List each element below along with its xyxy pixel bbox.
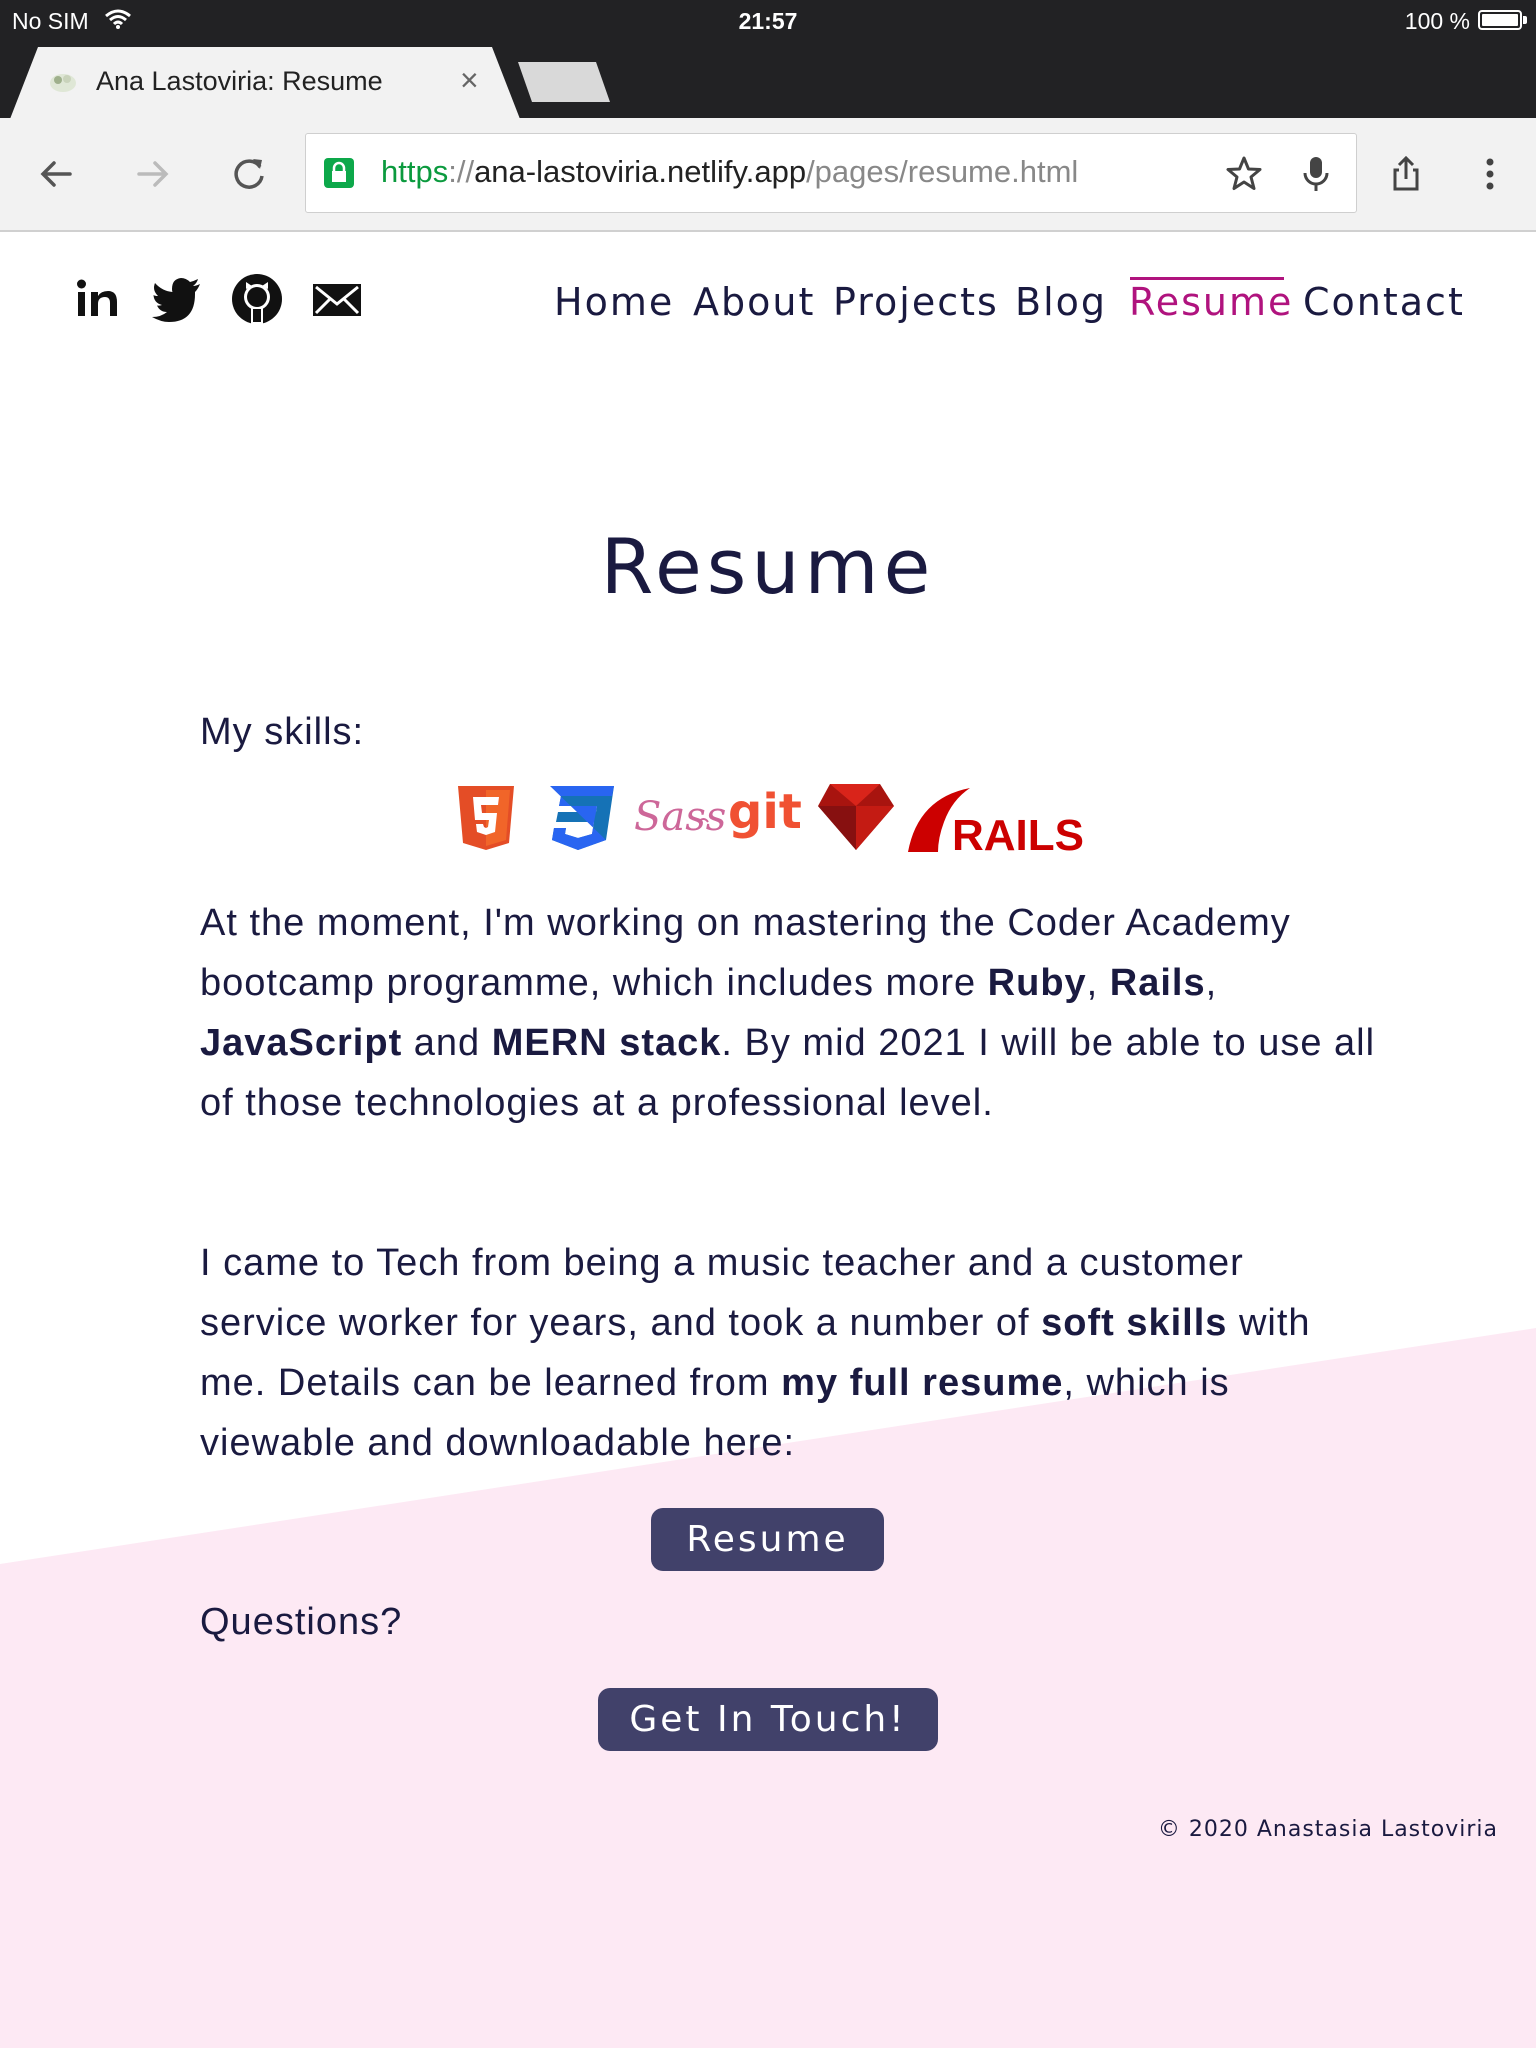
linkedin-icon[interactable]: [72, 272, 126, 326]
nav-about[interactable]: About: [693, 280, 815, 324]
battery-percent: 100 %: [1404, 8, 1470, 34]
mail-icon[interactable]: [310, 272, 364, 326]
microphone-icon[interactable]: [1296, 154, 1336, 194]
skills-label: My skills:: [200, 711, 365, 753]
footer-copyright: © 2020 Anastasia Lastoviria: [1157, 1817, 1498, 1842]
rails-icon: RAILS: [908, 788, 1084, 854]
soft-skills: soft skills: [1041, 1302, 1228, 1344]
git-icon: git: [728, 784, 802, 840]
lock-icon: [324, 158, 354, 188]
questions-label: Questions?: [200, 1601, 403, 1643]
intro-paragraph: At the moment, I'm working on mastering …: [200, 893, 1380, 1133]
page-title: Resume: [600, 522, 936, 611]
sass-icon: Sass: [634, 794, 726, 840]
url-separator: ://: [448, 154, 475, 189]
para1-comma-2: ,: [1205, 962, 1218, 1004]
browser-toolbar: https://ana-lastoviria.netlify.app/pages…: [0, 118, 1536, 232]
nav-contact[interactable]: Contact: [1303, 280, 1465, 324]
html5-icon: [458, 786, 514, 850]
web-page: Home About Projects Blog Resume Contact …: [0, 232, 1536, 2048]
nav-blog[interactable]: Blog: [1015, 280, 1107, 324]
svg-text:Sass: Sass: [634, 794, 726, 840]
more-menu-icon[interactable]: [1470, 154, 1510, 194]
battery-tip: [1523, 16, 1527, 24]
status-bar: No SIM 21:57 100 %: [0, 0, 1536, 40]
css3-icon: [550, 786, 614, 850]
para1-comma-1: ,: [1086, 962, 1110, 1004]
para1-and: and: [402, 1022, 492, 1064]
nav-resume[interactable]: Resume: [1129, 280, 1293, 324]
skill-ruby: Ruby: [987, 962, 1087, 1004]
twitter-icon[interactable]: [150, 272, 204, 326]
forward-arrow-icon[interactable]: [133, 154, 173, 194]
url-host: ana-lastoviria.netlify.app: [474, 154, 807, 189]
reload-icon[interactable]: [229, 154, 269, 194]
battery-icon: [1478, 10, 1522, 30]
skill-mern: MERN stack: [491, 1022, 722, 1064]
url-scheme: https: [381, 154, 449, 189]
svg-text:git: git: [728, 784, 802, 840]
resume-button[interactable]: Resume: [651, 1508, 884, 1571]
back-arrow-icon[interactable]: [36, 154, 76, 194]
background-paragraph: I came to Tech from being a music teache…: [200, 1233, 1380, 1473]
get-in-touch-button[interactable]: Get In Touch!: [598, 1688, 938, 1751]
nav-home[interactable]: Home: [554, 280, 674, 324]
github-icon[interactable]: [230, 272, 284, 326]
skill-javascript: JavaScript: [200, 1022, 403, 1064]
address-bar[interactable]: https://ana-lastoviria.netlify.app/pages…: [305, 133, 1357, 213]
skills-logos: Sass git RAILS: [458, 784, 1084, 854]
favicon-icon: [50, 74, 76, 92]
url-path: /pages/resume.html: [806, 154, 1079, 189]
ruby-icon: [818, 784, 894, 850]
background-band: [0, 1328, 1536, 2048]
nav-projects[interactable]: Projects: [833, 280, 999, 324]
share-icon[interactable]: [1386, 154, 1426, 194]
new-tab-button[interactable]: [518, 62, 610, 102]
close-tab-icon[interactable]: ×: [460, 62, 479, 99]
tab-title: Ana Lastoviria: Resume: [96, 66, 383, 96]
full-resume-link[interactable]: my full resume: [781, 1362, 1063, 1404]
bookmark-star-icon[interactable]: [1224, 154, 1264, 194]
url-text: https://ana-lastoviria.netlify.app/pages…: [381, 154, 1078, 190]
clock: 21:57: [738, 8, 798, 34]
svg-text:RAILS: RAILS: [952, 811, 1084, 854]
skill-rails: Rails: [1109, 962, 1206, 1004]
